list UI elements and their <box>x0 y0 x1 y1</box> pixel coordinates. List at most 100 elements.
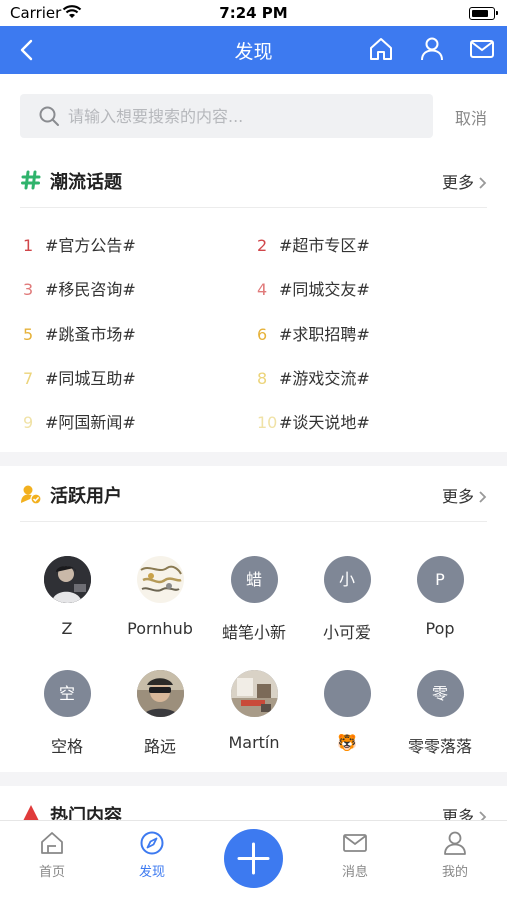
avatar <box>43 556 91 603</box>
chevron-right-icon <box>479 491 487 503</box>
avatar <box>230 670 278 717</box>
chevron-right-icon <box>479 811 487 820</box>
tab-label: 首页 <box>38 865 65 880</box>
compass-icon <box>140 831 164 855</box>
user-item[interactable]: Z <box>20 556 114 638</box>
active-users-more-link[interactable]: 更多 <box>442 483 487 507</box>
avatar-photo <box>136 556 184 603</box>
trending-more-link[interactable]: 更多 <box>442 169 487 193</box>
avatar: 空 <box>43 670 91 717</box>
trending-panel: 取消 潮流话题 更多 1 #官方公告# 2 #超市专区# 3 #移民咨询# 4 #同城交… <box>0 74 507 452</box>
avatar-photo <box>43 556 91 603</box>
user-name: 零零落落 <box>407 737 472 756</box>
trending-title: 潮流话题 <box>50 172 122 193</box>
topic-name: #超市专区# <box>279 236 370 255</box>
more-label: 更多 <box>441 487 474 506</box>
topic-item[interactable]: 6 #求职招聘# <box>257 321 370 351</box>
hashtag-icon <box>21 170 41 190</box>
topic-name: #谈天说地# <box>279 413 370 432</box>
avatar <box>323 670 371 717</box>
tab-home[interactable]: 首页 <box>12 829 92 880</box>
search-input[interactable] <box>68 94 418 138</box>
home-icon <box>41 832 63 854</box>
topic-name: #游戏交流# <box>279 369 370 388</box>
avatar: 蜡 <box>230 556 278 603</box>
cancel-button[interactable]: 取消 <box>455 105 487 129</box>
user-name: 空格 <box>50 737 83 756</box>
clock: 7:24 PM <box>219 4 288 22</box>
topic-name: #同城互助# <box>45 369 136 388</box>
avatar-photo <box>230 670 278 717</box>
user-badge-icon <box>21 485 42 505</box>
user-name: 路远 <box>143 737 176 756</box>
user-item[interactable]: 蜡 蜡笔小新 <box>207 556 301 643</box>
tab-label: 消息 <box>341 865 368 880</box>
user-name: Pornhub <box>127 619 193 638</box>
topic-rank: 4 <box>257 280 268 299</box>
user-item[interactable]: Martín <box>207 670 301 752</box>
avatar: P <box>416 556 464 603</box>
user-icon <box>444 831 466 855</box>
topic-item[interactable]: 2 #超市专区# <box>257 232 370 262</box>
fire-icon <box>23 805 39 820</box>
active-users-title: 活跃用户 <box>50 486 122 507</box>
user-item[interactable]: Pornhub <box>113 556 207 638</box>
mail-icon[interactable] <box>468 35 496 63</box>
user-item[interactable]: 🐯 <box>300 670 394 752</box>
hot-content-more-link[interactable]: 更多 <box>442 803 487 820</box>
topic-item[interactable]: 5 #跳蚤市场# <box>23 321 136 351</box>
topic-rank: 8 <box>257 369 268 388</box>
home-icon[interactable] <box>367 35 395 63</box>
avatar: 小 <box>323 556 371 603</box>
tab-discover[interactable]: 发现 <box>112 829 192 880</box>
topic-rank: 10 <box>257 413 278 432</box>
hot-content-header: 热门内容 更多 <box>20 786 487 820</box>
mail-icon <box>343 834 367 852</box>
user-item[interactable]: 小 小可爱 <box>300 556 394 643</box>
tab-profile[interactable]: 我的 <box>415 829 495 880</box>
tab-bar: 首页 发现 消息 我的 <box>0 820 507 900</box>
search-box[interactable] <box>20 94 433 138</box>
create-post-button[interactable] <box>224 829 283 888</box>
topic-rank: 3 <box>23 280 34 299</box>
user-icon[interactable] <box>418 35 446 63</box>
topic-name: #官方公告# <box>45 236 136 255</box>
tab-label: 我的 <box>441 865 468 880</box>
user-name: 小可爱 <box>322 623 371 642</box>
user-item[interactable]: P Pop <box>393 556 487 638</box>
avatar <box>136 670 184 717</box>
topic-item[interactable]: 10 #谈天说地# <box>257 409 370 439</box>
topic-item[interactable]: 7 #同城互助# <box>23 365 136 395</box>
hot-content-title: 热门内容 <box>50 806 122 820</box>
more-label: 更多 <box>441 173 474 192</box>
user-name: 蜡笔小新 <box>221 623 286 642</box>
discover-content[interactable]: 取消 潮流话题 更多 1 #官方公告# 2 #超市专区# 3 #移民咨询# 4 #同城交… <box>0 74 507 820</box>
topic-rank: 5 <box>23 325 34 344</box>
user-name: Martín <box>228 733 280 752</box>
topic-item[interactable]: 8 #游戏交流# <box>257 365 370 395</box>
topic-name: #同城交友# <box>279 280 370 299</box>
chevron-right-icon <box>479 177 487 189</box>
active-users-panel: 活跃用户 更多 Z Pornhub 蜡 蜡笔小新 小 小可爱 P Pop 空 空… <box>0 466 507 772</box>
plus-icon <box>237 842 270 875</box>
topic-item[interactable]: 3 #移民咨询# <box>23 276 136 306</box>
avatar <box>136 556 184 603</box>
topic-item[interactable]: 4 #同城交友# <box>257 276 370 306</box>
topic-name: #求职招聘# <box>279 325 370 344</box>
user-item[interactable]: 空 空格 <box>20 670 114 757</box>
topic-rank: 9 <box>23 413 34 432</box>
user-name: Z <box>61 619 73 638</box>
tab-messages[interactable]: 消息 <box>315 829 395 880</box>
search-icon <box>39 106 59 126</box>
user-item[interactable]: 零 零零落落 <box>393 670 487 757</box>
user-item[interactable]: 路远 <box>113 670 207 757</box>
hot-content-panel: 热门内容 更多 <box>0 786 507 820</box>
topic-rank: 7 <box>23 369 34 388</box>
topic-item[interactable]: 9 #阿国新闻# <box>23 409 136 439</box>
status-bar: Carrier 7:24 PM <box>0 0 507 26</box>
topic-name: #阿国新闻# <box>45 413 136 432</box>
search-row: 取消 <box>20 94 487 138</box>
topic-item[interactable]: 1 #官方公告# <box>23 232 136 262</box>
topic-name: #移民咨询# <box>45 280 136 299</box>
more-label: 更多 <box>441 807 474 820</box>
